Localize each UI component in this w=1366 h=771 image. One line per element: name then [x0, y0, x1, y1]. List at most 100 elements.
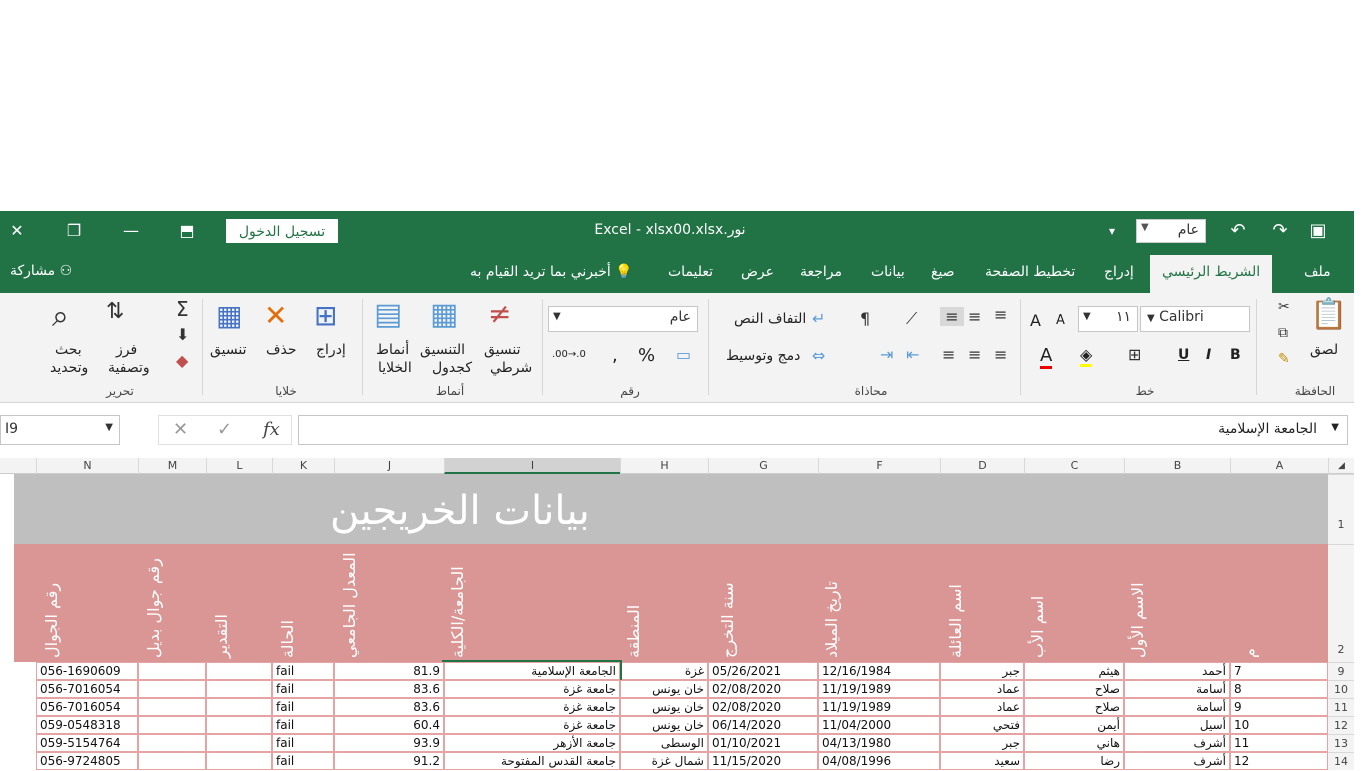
- cell-f[interactable]: 12/16/1984: [818, 662, 940, 680]
- col-header-k[interactable]: K: [272, 458, 334, 474]
- cell-k[interactable]: fail: [272, 680, 334, 698]
- col-header-i[interactable]: I: [444, 458, 620, 474]
- format-label[interactable]: تنسيق: [210, 342, 247, 358]
- conditional-label[interactable]: تنسيق: [484, 342, 521, 358]
- row-header-14[interactable]: 14: [1328, 752, 1354, 770]
- row-header-11[interactable]: 11: [1328, 698, 1354, 716]
- col-header-m[interactable]: M: [138, 458, 206, 474]
- cell-b[interactable]: أسامة: [1124, 698, 1230, 716]
- cell-i[interactable]: جامعة غزة: [444, 680, 620, 698]
- cell-d[interactable]: سعيد: [940, 752, 1024, 770]
- header-father-name[interactable]: اسم الأب: [1028, 548, 1052, 658]
- cell-n[interactable]: 056-7016054: [36, 698, 138, 716]
- format-painter-icon[interactable]: ✎: [1278, 351, 1290, 367]
- row-header-1[interactable]: 1: [1328, 474, 1354, 544]
- header-graduation-year[interactable]: سنة التخرج: [718, 548, 742, 658]
- sort-filter-icon[interactable]: ⇅: [106, 299, 124, 324]
- row-header-9[interactable]: 9: [1328, 662, 1354, 680]
- header-grade[interactable]: التقدير: [212, 548, 236, 658]
- find-icon[interactable]: ⌕: [52, 299, 69, 334]
- align-left-icon[interactable]: ≡: [942, 345, 955, 364]
- sort-label-2[interactable]: وتصفية: [108, 360, 150, 376]
- cancel-icon[interactable]: ✕: [173, 419, 188, 440]
- cell-f[interactable]: 04/13/1980: [818, 734, 940, 752]
- cell-g[interactable]: 02/08/2020: [708, 680, 818, 698]
- cell-m[interactable]: [138, 734, 206, 752]
- cell-l[interactable]: [206, 680, 272, 698]
- select-all-icon[interactable]: ◢: [1328, 458, 1354, 474]
- cell-k[interactable]: fail: [272, 698, 334, 716]
- cell-n[interactable]: 056-9724805: [36, 752, 138, 770]
- col-header-j[interactable]: J: [334, 458, 444, 474]
- decrease-indent-icon[interactable]: ⇤: [906, 345, 919, 364]
- header-university[interactable]: الجامعة/الكلية: [448, 548, 472, 658]
- tab-insert[interactable]: إدراج: [1104, 264, 1134, 280]
- tab-home[interactable]: الشريط الرئيسي: [1150, 255, 1273, 293]
- cell-b[interactable]: أسيل: [1124, 716, 1230, 734]
- header-mobile[interactable]: رقم الجوال: [42, 548, 66, 658]
- cell-b[interactable]: أشرف: [1124, 752, 1230, 770]
- restore-icon[interactable]: ❐: [62, 219, 86, 243]
- cell-c[interactable]: هيثم: [1024, 662, 1124, 680]
- borders-icon[interactable]: ⊞: [1128, 345, 1141, 364]
- cell-l[interactable]: [206, 734, 272, 752]
- clear-icon[interactable]: ◆: [176, 351, 188, 370]
- cell-f[interactable]: 11/04/2000: [818, 716, 940, 734]
- cell-k[interactable]: fail: [272, 716, 334, 734]
- cell-c[interactable]: هاني: [1024, 734, 1124, 752]
- delete-cells-icon[interactable]: ✕: [264, 299, 287, 332]
- tab-data[interactable]: بيانات: [871, 264, 905, 280]
- paste-icon[interactable]: 📋: [1310, 297, 1347, 332]
- cell-h[interactable]: خان يونس: [620, 680, 708, 698]
- cell-j[interactable]: 81.9: [334, 662, 444, 680]
- formula-input[interactable]: الجامعة الإسلامية ▼: [298, 415, 1348, 445]
- cell-i[interactable]: جامعة الأزهر: [444, 734, 620, 752]
- fill-icon[interactable]: ⬇: [176, 325, 189, 344]
- cell-c[interactable]: صلاح: [1024, 698, 1124, 716]
- align-bottom-icon[interactable]: ≡: [940, 307, 964, 326]
- cell-a[interactable]: 11: [1230, 734, 1328, 752]
- cell-h[interactable]: خان يونس: [620, 716, 708, 734]
- merge-center-button[interactable]: دمج وتوسيط: [726, 348, 800, 364]
- col-header-d[interactable]: D: [940, 458, 1024, 474]
- header-first-name[interactable]: الاسم الأول: [1128, 548, 1152, 658]
- cell-f[interactable]: 11/19/1989: [818, 680, 940, 698]
- sort-label[interactable]: فرز: [116, 342, 137, 358]
- format-cells-icon[interactable]: ▦: [216, 299, 242, 332]
- format-table-label-2[interactable]: كجدول: [432, 360, 472, 376]
- cell-m[interactable]: [138, 716, 206, 734]
- header-index[interactable]: م: [1240, 548, 1264, 658]
- cell-m[interactable]: [138, 752, 206, 770]
- cell-l[interactable]: [206, 716, 272, 734]
- cell-a[interactable]: 7: [1230, 662, 1328, 680]
- cell-l[interactable]: [206, 662, 272, 680]
- cell-i[interactable]: جامعة غزة: [444, 698, 620, 716]
- cell-b[interactable]: أسامة: [1124, 680, 1230, 698]
- fx-icon[interactable]: fx: [263, 419, 280, 440]
- col-header-h[interactable]: H: [620, 458, 708, 474]
- row-header-12[interactable]: 12: [1328, 716, 1354, 734]
- col-header-l[interactable]: L: [206, 458, 272, 474]
- tab-formulas[interactable]: صيغ: [931, 264, 955, 280]
- tab-help[interactable]: تعليمات: [668, 264, 713, 280]
- row-header-2[interactable]: 2: [1328, 544, 1354, 662]
- align-right-icon[interactable]: ≡: [994, 345, 1007, 364]
- conditional-format-icon[interactable]: ≠: [488, 297, 511, 330]
- cell-f[interactable]: 11/19/1989: [818, 698, 940, 716]
- cell-h[interactable]: خان يونس: [620, 698, 708, 716]
- font-name-select[interactable]: ▼ Calibri: [1140, 306, 1250, 332]
- cell-g[interactable]: 06/14/2020: [708, 716, 818, 734]
- cell-j[interactable]: 60.4: [334, 716, 444, 734]
- autosum-icon[interactable]: Σ: [176, 297, 189, 321]
- quick-access-select[interactable]: ▼ عام: [1136, 219, 1206, 243]
- cell-k[interactable]: fail: [272, 734, 334, 752]
- cell-a[interactable]: 12: [1230, 752, 1328, 770]
- cell-j[interactable]: 91.2: [334, 752, 444, 770]
- cell-i[interactable]: جامعة غزة: [444, 716, 620, 734]
- cut-icon[interactable]: ✂: [1278, 299, 1290, 315]
- sheet-title[interactable]: بيانات الخريجين: [330, 488, 590, 534]
- align-middle-icon[interactable]: ≡: [968, 307, 981, 326]
- cell-c[interactable]: أيمن: [1024, 716, 1124, 734]
- orientation-icon[interactable]: ⟋: [906, 309, 917, 329]
- share-button[interactable]: مشاركة ⚇: [10, 263, 72, 279]
